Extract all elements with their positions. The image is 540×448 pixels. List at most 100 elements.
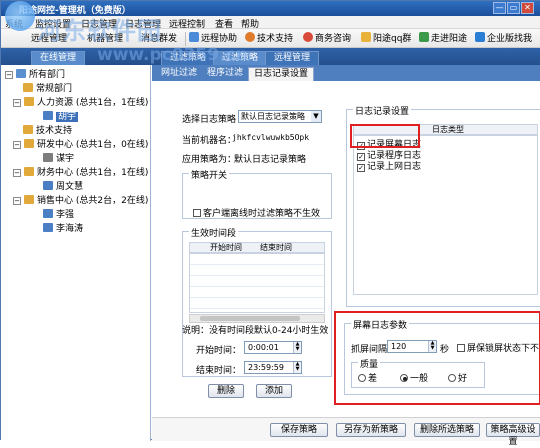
collapse-icon[interactable]: −: [13, 169, 21, 177]
collapse-icon[interactable]: −: [13, 197, 21, 205]
tree-root[interactable]: − 所有部门: [5, 69, 65, 81]
toolbar-about[interactable]: 走进阳途: [419, 32, 467, 46]
tree-item-label: 常规部门: [36, 84, 73, 94]
advanced-policy-button[interactable]: 策略高级设置: [486, 423, 540, 447]
machine-label: 当前机器名：: [182, 136, 237, 146]
action-bar: 保存策略 另存为新策略 删除所选策略 策略高级设置: [152, 417, 540, 447]
app-window: 阳途网控-管理机（免费版） — ▭ ✕ 系统 监控设置 日志管理 日志管理 远程…: [0, 0, 540, 447]
end-time-label: 结束时间：: [196, 366, 242, 376]
group-icon: [23, 125, 33, 134]
policy-switch-title: 策略开关: [189, 168, 230, 181]
col-log-type: 日志类型: [432, 125, 464, 134]
main-panel: 网址过滤 程序过滤 日志记录设置 选择日志策略 默认日志记录策略 ▼ 当前机器名：…: [152, 65, 540, 441]
col-end-time: 结束时间: [260, 243, 292, 252]
col-start-time: 开始时间: [210, 243, 242, 252]
tree-item-label: 谋宇: [56, 154, 75, 164]
about-icon: [419, 32, 429, 42]
tab-program-filter[interactable]: 程序过滤: [202, 67, 248, 81]
toolbar-tech-support[interactable]: 技术支持: [245, 32, 293, 46]
tree-item-computer[interactable]: 李强: [43, 209, 74, 221]
collapse-icon[interactable]: −: [13, 99, 21, 107]
toolbar-qq-group[interactable]: 阳途qq群: [361, 32, 411, 46]
computer-icon: [43, 181, 53, 190]
toolbar-qq-group-label: 阳途qq群: [373, 34, 412, 44]
tab-remote-manage[interactable]: 远程管理: [265, 51, 320, 65]
group-icon: [361, 32, 371, 42]
add-time-button[interactable]: 添加: [256, 384, 292, 398]
tree-item-sales[interactable]: − 销售中心 (总共2台，2在线): [13, 195, 148, 207]
tab-url-filter[interactable]: 网址过滤: [156, 67, 202, 81]
tree-item-label: 胡宇: [56, 112, 79, 122]
toolbar-business-label: 商务咨询: [315, 34, 352, 44]
scrollbar-thumb[interactable]: [200, 316, 300, 321]
toolbar-enterprise[interactable]: 企业版找我: [475, 32, 532, 46]
end-time-value: 23:59:59: [248, 363, 284, 372]
tree-item-label: 李强: [56, 210, 75, 220]
log-item-web[interactable]: ✓ 记录上网日志: [357, 159, 421, 172]
horizontal-scrollbar[interactable]: [189, 314, 325, 323]
tree-item-label: 李海涛: [56, 224, 84, 234]
computer-icon: [43, 209, 53, 218]
toolbar-business[interactable]: 商务咨询: [303, 32, 351, 46]
watermark-text: 河东软件园: [37, 17, 162, 45]
tree-item-computer[interactable]: 周文慧: [43, 181, 83, 193]
main-tabs-bar: 在线管理 过滤策略 过滤策略 远程管理: [1, 48, 540, 65]
tree-item-rnd[interactable]: − 研发中心 (总共1台，0在线): [13, 139, 148, 151]
log-settings-title: 日志记录设置: [353, 104, 412, 117]
tree-item-computer[interactable]: 谋宇: [43, 153, 74, 165]
time-note: 说明：没有时间段默认0-24小时生效: [182, 326, 329, 336]
group-icon: [24, 167, 34, 176]
policy-select[interactable]: 默认日志记录策略 ▼: [238, 110, 322, 123]
minimize-button[interactable]: —: [493, 2, 506, 14]
group-icon: [23, 83, 33, 92]
policy-switch-group: 策略开关 客户端离线时过滤策略不生效: [182, 168, 332, 219]
start-time-input[interactable]: 0:00:01 ▲ ▼: [244, 341, 302, 354]
toolbar-about-label: 走进阳途: [431, 34, 468, 44]
delete-policy-button[interactable]: 删除所选策略: [414, 423, 480, 437]
user-icon: [245, 32, 255, 42]
highlight-box: [350, 124, 420, 148]
spin-arrows-icon[interactable]: ▲ ▼: [293, 362, 301, 373]
offline-checkbox[interactable]: [193, 209, 201, 217]
apply-label: 应用策略为：: [182, 155, 237, 165]
tree-item-label: 研发中心 (总共1台，0在线): [37, 140, 149, 150]
collapse-icon[interactable]: −: [13, 141, 21, 149]
tree-item-computer-selected[interactable]: 胡宇: [43, 111, 79, 123]
highlight-box: [334, 311, 540, 405]
toolbar-enterprise-label: 企业版找我: [487, 34, 533, 44]
time-table[interactable]: [189, 253, 325, 313]
enterprise-icon: [475, 32, 485, 42]
tab-online-manage[interactable]: 在线管理: [31, 51, 86, 65]
offline-checkbox-row[interactable]: 客户端离线时过滤策略不生效: [193, 206, 320, 219]
start-time-value: 0:00:01: [248, 343, 279, 352]
tree-item-hr[interactable]: − 人力资源 (总共1台，1在线): [13, 97, 148, 109]
save-as-policy-button[interactable]: 另存为新策略: [336, 423, 406, 437]
web-log-checkbox[interactable]: ✓: [357, 164, 365, 172]
tree-item-computer[interactable]: 李海涛: [43, 223, 83, 235]
computer-icon: [43, 153, 53, 162]
tree-item-label: 人力资源 (总共1台，1在线): [37, 98, 149, 108]
remote-assist-icon: [189, 32, 199, 42]
folder-icon: [16, 69, 26, 78]
tree-item-label: 销售中心 (总共2台，2在线): [37, 196, 149, 206]
watermark-url: www.pc0359.cn: [97, 45, 248, 65]
time-table-header: 开始时间 结束时间: [189, 242, 325, 253]
toolbar-remote-assist[interactable]: 远程协助: [189, 32, 237, 46]
end-time-input[interactable]: 23:59:59 ▲ ▼: [244, 361, 302, 374]
delete-time-button[interactable]: 删除: [208, 384, 244, 398]
tree-item-finance[interactable]: − 财务中心 (总共1台，1在线): [13, 167, 148, 179]
collapse-icon[interactable]: −: [5, 71, 13, 79]
group-icon: [24, 97, 34, 106]
close-button[interactable]: ✕: [521, 2, 534, 14]
tree-item-regular[interactable]: 常规部门: [23, 83, 72, 95]
policy-select-label: 选择日志策略: [182, 115, 237, 125]
spin-arrows-icon[interactable]: ▲ ▼: [293, 342, 301, 353]
group-icon: [24, 195, 34, 204]
maximize-button[interactable]: ▭: [507, 2, 520, 14]
policy-select-value: 默认日志记录策略: [241, 112, 305, 121]
tree-item-tech[interactable]: 技术支持: [23, 125, 72, 137]
department-tree: − 所有部门 常规部门 − 人力资源 (总共1台，1在线) 胡宇 技术支持 − 研发中…: [1, 65, 151, 441]
toolbar-remote-assist-label: 远程协助: [201, 34, 238, 44]
tab-log-settings[interactable]: 日志记录设置: [248, 67, 315, 81]
save-policy-button[interactable]: 保存策略: [270, 423, 328, 437]
